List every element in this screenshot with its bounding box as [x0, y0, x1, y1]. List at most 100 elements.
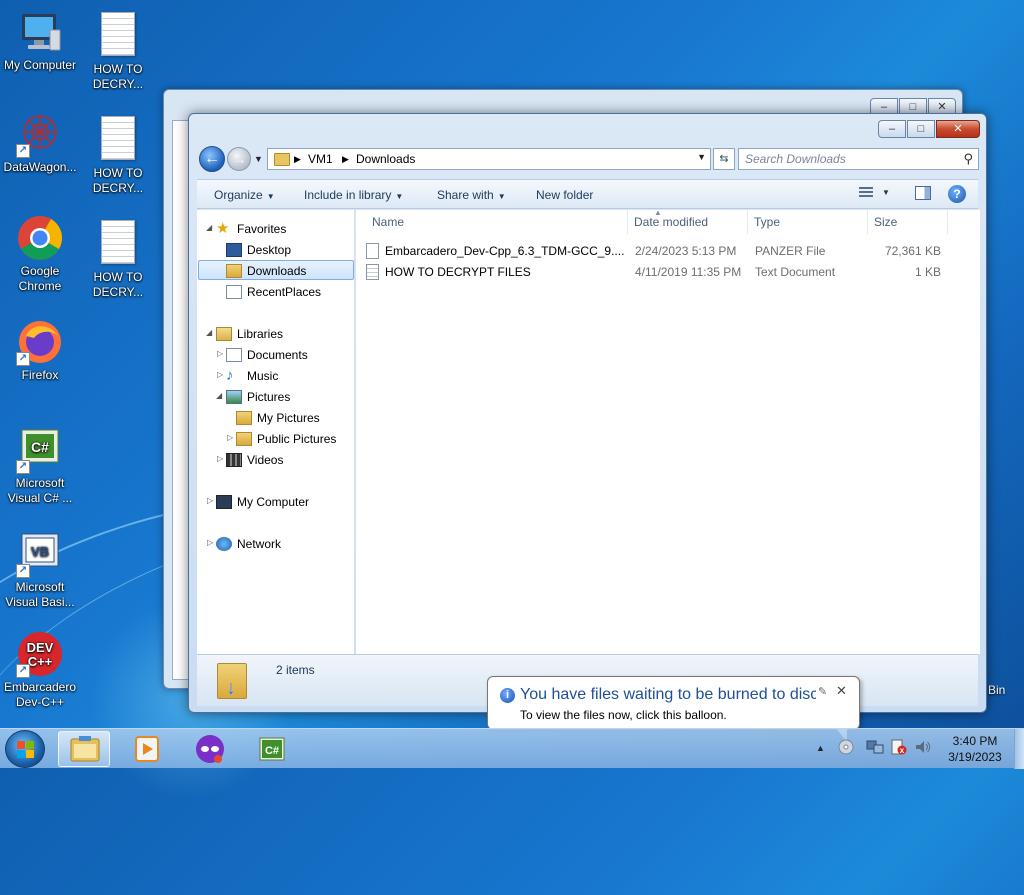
new-folder-button[interactable]: New folder [536, 188, 593, 202]
expand-arrow-icon[interactable]: ▷ [227, 433, 233, 442]
nav-public-pictures[interactable]: Public Pictures [236, 429, 336, 449]
network-tray-icon[interactable] [866, 739, 884, 758]
breadcrumb-chevron-icon[interactable]: ▶ [342, 154, 349, 165]
address-bar[interactable]: ▶ VM1 ▶ Downloads ▼ [267, 148, 711, 170]
search-icon[interactable]: ⚲ [963, 151, 973, 167]
breadcrumb-chevron-icon[interactable]: ▶ [294, 154, 301, 165]
svg-text:DEV: DEV [27, 640, 54, 655]
file-row[interactable]: Embarcadero_Dev-Cpp_6.3_TDM-GCC_9.... 2/… [366, 241, 946, 261]
media-player-icon [135, 736, 159, 762]
collapse-arrow-icon[interactable]: ◢ [206, 328, 212, 337]
nav-my-pictures[interactable]: My Pictures [236, 408, 320, 428]
downloads-folder-icon [226, 263, 242, 278]
column-header-name[interactable]: Name [366, 210, 628, 234]
refresh-button[interactable]: ⇆ [713, 148, 735, 170]
libraries-icon [216, 326, 232, 341]
breadcrumb-vm1[interactable]: VM1 [308, 152, 333, 166]
desktop-icon-label: DataWagon... [3, 160, 77, 174]
search-input[interactable]: Search Downloads ⚲ [738, 148, 979, 170]
change-view-icon[interactable] [859, 187, 873, 199]
nav-pictures[interactable]: Pictures [226, 387, 290, 407]
file-row[interactable]: HOW TO DECRYPT FILES 4/11/2019 11:35 PM … [366, 262, 946, 282]
nav-desktop[interactable]: Desktop [226, 240, 291, 260]
svg-text:x: x [900, 746, 905, 755]
maximize-button[interactable]: □ [907, 120, 935, 138]
nav-documents[interactable]: Documents [226, 345, 308, 365]
explorer-window[interactable]: – □ ✕ ← → ▼ ▶ VM1 ▶ Downloads ▼ ⇆ Search… [188, 113, 987, 713]
desktop-icon-firefox[interactable]: ↗ Firefox [0, 318, 80, 383]
shortcut-arrow-icon: ↗ [16, 352, 30, 366]
star-icon: ★ [216, 219, 230, 237]
desktop-icon-how-to-decrypt[interactable]: HOW TO DECRY... [78, 10, 158, 92]
computer-icon [16, 8, 64, 56]
taskbar-masked-app-button[interactable] [184, 731, 236, 767]
taskbar: C# ▲ x 3:40 PM 3/19/2023 [0, 728, 1024, 769]
volume-icon[interactable] [914, 739, 932, 758]
nav-downloads[interactable]: Downloads [198, 260, 354, 280]
action-center-alert-icon[interactable]: x [890, 739, 908, 758]
breadcrumb-downloads[interactable]: Downloads [356, 152, 415, 166]
show-hidden-icons-button[interactable]: ▲ [816, 743, 825, 753]
organize-menu[interactable]: Organize ▼ [214, 188, 275, 202]
help-icon[interactable]: ? [948, 185, 966, 203]
desktop-icon-chrome[interactable]: Google Chrome [0, 214, 80, 294]
view-options-dropdown-icon[interactable]: ▼ [882, 188, 890, 197]
desktop-icon-visual-csharp[interactable]: C# ↗ Microsoft Visual C# ... [0, 426, 80, 506]
svg-text:C++: C++ [28, 654, 53, 669]
nav-libraries[interactable]: Libraries [216, 324, 283, 344]
forward-button[interactable]: → [227, 147, 251, 171]
back-button[interactable]: ← [199, 146, 225, 172]
column-header-size[interactable]: Size [868, 210, 948, 234]
chevron-down-icon: ▼ [497, 192, 506, 201]
nav-favorites[interactable]: ★ Favorites [216, 219, 286, 239]
expand-arrow-icon[interactable]: ▷ [207, 538, 213, 547]
expand-arrow-icon[interactable]: ▷ [207, 496, 213, 505]
include-in-library-menu[interactable]: Include in library ▼ [304, 188, 403, 202]
nav-my-computer[interactable]: My Computer [216, 492, 309, 512]
start-button[interactable] [5, 730, 45, 768]
share-with-menu[interactable]: Share with ▼ [437, 188, 506, 202]
wrench-options-icon[interactable]: ✎ [818, 685, 827, 698]
expand-arrow-icon[interactable]: ▷ [217, 370, 223, 379]
nav-videos[interactable]: Videos [226, 450, 283, 470]
collapse-arrow-icon[interactable]: ◢ [216, 391, 222, 400]
desktop-icon-label: HOW TO DECRY... [92, 270, 144, 299]
expand-arrow-icon[interactable]: ▷ [217, 349, 223, 358]
text-file-icon [101, 116, 135, 160]
nav-recent-places[interactable]: RecentPlaces [226, 282, 321, 302]
desktop-icon-how-to-decrypt[interactable]: HOW TO DECRY... [78, 114, 158, 196]
burn-tray-icon[interactable] [838, 739, 854, 758]
navigation-pane: ◢ ★ Favorites Desktop Downloads RecentPla… [197, 210, 355, 654]
recycle-bin-label[interactable]: Bin [988, 683, 1005, 697]
recent-pages-dropdown[interactable]: ▼ [254, 154, 263, 164]
folder-icon [236, 410, 252, 425]
taskbar-media-player-button[interactable] [120, 731, 172, 767]
taskbar-visual-csharp-button[interactable]: C# [246, 731, 298, 767]
collapse-arrow-icon[interactable]: ◢ [206, 223, 212, 232]
system-clock[interactable]: 3:40 PM 3/19/2023 [940, 733, 1010, 765]
nav-music[interactable]: ♪ Music [226, 366, 278, 386]
balloon-close-icon[interactable]: ✕ [836, 683, 847, 699]
column-header-type[interactable]: Type [748, 210, 868, 234]
preview-pane-icon[interactable] [915, 186, 931, 200]
taskbar-explorer-button[interactable] [58, 731, 110, 767]
windows-logo-icon [17, 741, 35, 759]
burn-notification-balloon[interactable]: i You have files waiting to be burned to… [487, 676, 860, 743]
column-header-date-modified[interactable]: Date modified [628, 210, 748, 234]
desktop-icon-how-to-decrypt[interactable]: HOW TO DECRY... [78, 218, 158, 300]
address-dropdown-icon[interactable]: ▼ [697, 152, 706, 162]
desktop-icon-dev-cpp[interactable]: DEV C++ ↗ Embarcadero Dev-C++ [0, 630, 80, 710]
desktop-icon-datawagon[interactable]: ↗ DataWagon... [0, 110, 80, 175]
address-row: ← → ▼ ▶ VM1 ▶ Downloads ▼ ⇆ Search Downl… [197, 146, 979, 172]
expand-arrow-icon[interactable]: ▷ [217, 454, 223, 463]
desktop-icon-label: Firefox [21, 368, 59, 382]
desktop-icon-my-computer[interactable]: My Computer [0, 8, 80, 73]
forward-arrow-icon: → [231, 151, 247, 168]
nav-network[interactable]: Network [216, 534, 281, 554]
visual-csharp-icon: C# [259, 737, 285, 761]
close-button[interactable]: ✕ [936, 120, 980, 138]
show-desktop-button[interactable] [1014, 729, 1024, 769]
minimize-button[interactable]: – [878, 120, 906, 138]
shortcut-arrow-icon: ↗ [16, 144, 30, 158]
desktop-icon-visual-basic[interactable]: VB ↗ Microsoft Visual Basi... [0, 530, 80, 610]
